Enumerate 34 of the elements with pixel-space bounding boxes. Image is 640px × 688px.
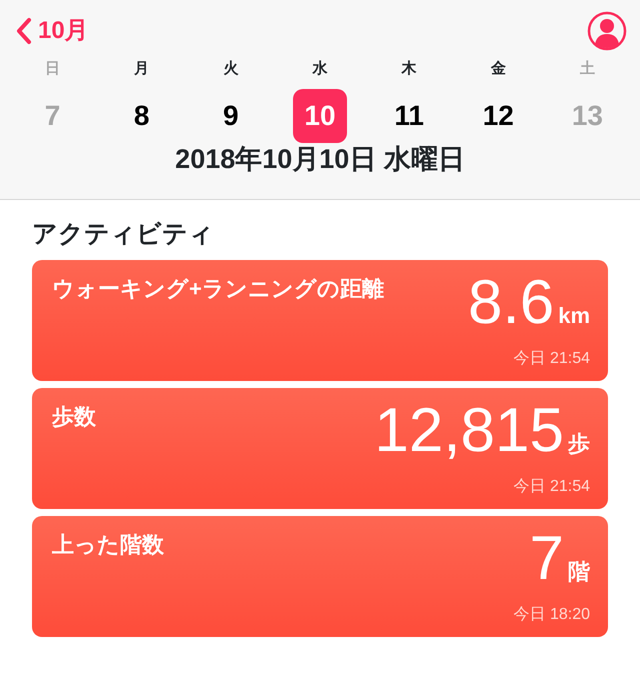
metric-unit: km bbox=[558, 302, 590, 330]
section-title: アクティビティ bbox=[32, 219, 215, 250]
weekday-label: 金 bbox=[490, 59, 506, 79]
activity-card[interactable]: 上った階数 7 階 今日 18:20 bbox=[32, 516, 608, 636]
day-button[interactable]: 10 bbox=[292, 88, 347, 142]
card-title: 上った階数 bbox=[52, 530, 164, 558]
metric-unit: 階 bbox=[568, 558, 590, 586]
day-button[interactable]: 13 bbox=[560, 88, 614, 142]
day-button[interactable]: 12 bbox=[471, 88, 526, 142]
day-button[interactable]: 11 bbox=[382, 88, 436, 142]
timestamp: 今日 21:54 bbox=[514, 476, 590, 496]
activity-card[interactable]: 歩数 12,815 歩 今日 21:54 bbox=[32, 388, 608, 508]
weekday-label: 火 bbox=[223, 59, 238, 79]
day-button[interactable]: 9 bbox=[204, 88, 258, 142]
day-button[interactable]: 7 bbox=[26, 88, 80, 142]
chevron-left-icon bbox=[16, 17, 32, 45]
card-title: ウォーキング+ランニングの距離 bbox=[52, 274, 384, 302]
profile-icon[interactable] bbox=[587, 11, 627, 51]
card-title: 歩数 bbox=[52, 402, 96, 430]
back-button[interactable]: 10月 bbox=[16, 13, 89, 49]
metric-value: 7 bbox=[530, 528, 564, 590]
weekday-label: 月 bbox=[134, 59, 150, 79]
activity-card[interactable]: ウォーキング+ランニングの距離 8.6 km 今日 21:54 bbox=[32, 260, 608, 380]
date-title: 2018年10月10日 水曜日 bbox=[174, 142, 466, 175]
timestamp: 今日 18:20 bbox=[514, 604, 590, 624]
day-button[interactable]: 8 bbox=[114, 88, 169, 142]
metric-unit: 歩 bbox=[568, 430, 590, 458]
weekday-label: 日 bbox=[45, 59, 60, 79]
timestamp: 今日 21:54 bbox=[514, 348, 590, 368]
metric-value: 8.6 bbox=[468, 272, 554, 334]
metric-value: 12,815 bbox=[374, 400, 564, 462]
weekday-label: 木 bbox=[402, 59, 417, 79]
weekday-label: 土 bbox=[580, 59, 595, 79]
weekday-label: 水 bbox=[312, 59, 328, 79]
